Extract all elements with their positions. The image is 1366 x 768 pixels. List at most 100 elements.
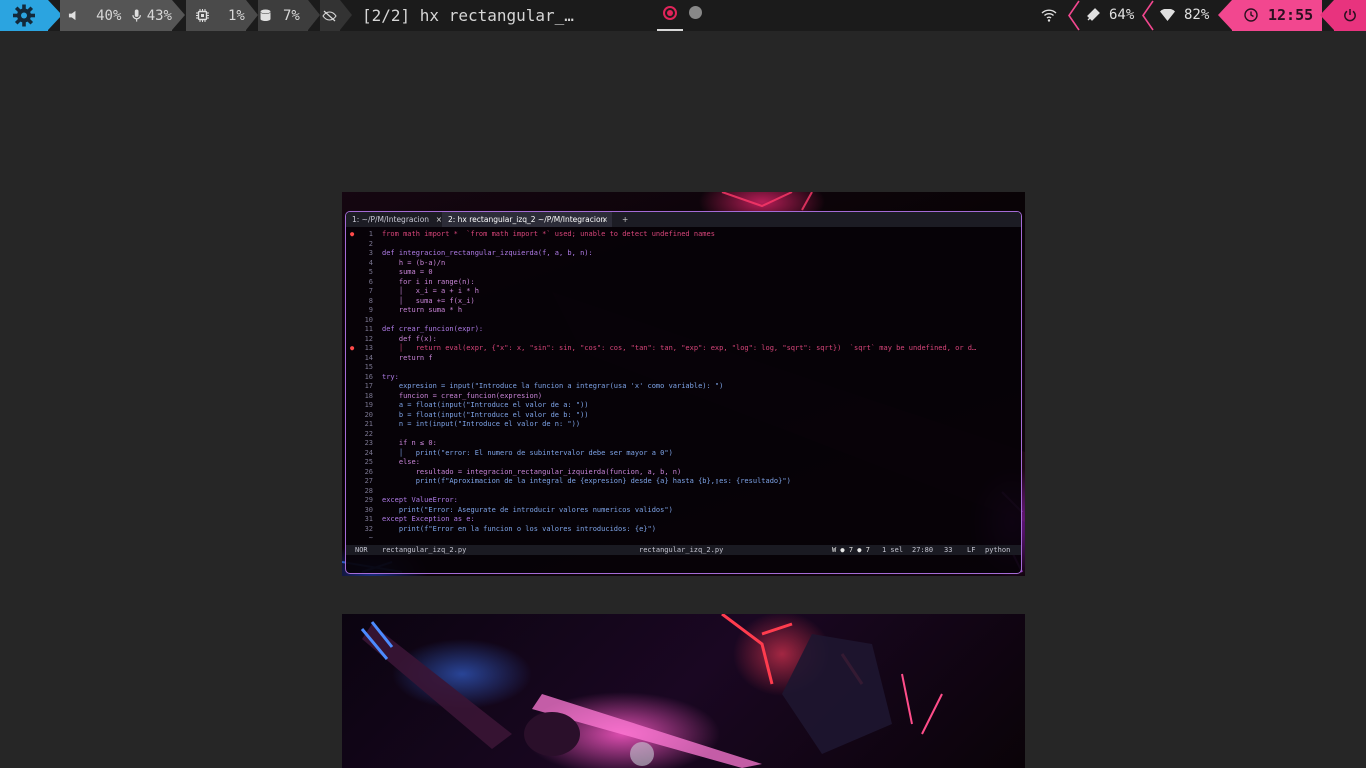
line-number: 10 — [364, 315, 373, 324]
clock-module[interactable]: 12:55 — [1232, 0, 1322, 31]
code-text: b = float(input("Introduce el valor de b… — [382, 410, 589, 419]
new-tab-button[interactable]: + — [616, 212, 634, 227]
line-number: 24 — [364, 448, 373, 457]
code-text: a = float(input("Introduce el valor de a… — [382, 401, 589, 409]
tab-label: 1: ~/P/M/Integracion — [352, 215, 430, 224]
code-text: for i in range(n): — [382, 277, 475, 286]
code-text: return f — [382, 353, 433, 362]
code-line[interactable]: 3 def integracion_rectangular_izquierda(f… — [346, 249, 1021, 259]
cpu-module: 1% — [186, 0, 246, 31]
code-line[interactable]: 10 — [346, 316, 1021, 326]
wifi-signal-icon — [1160, 9, 1175, 21]
code-line[interactable]: 30 print("Error: Asegurate de introducir… — [346, 506, 1021, 516]
code-text: funcion = crear_funcion(expresion) — [382, 391, 543, 400]
code-line[interactable]: ● 1 from math import * `from math import *… — [346, 230, 1021, 240]
line-number: 27 — [364, 477, 373, 485]
plug-icon — [1087, 8, 1100, 21]
code-line[interactable]: 22 — [346, 430, 1021, 440]
code-line[interactable]: 18 funcion = crear_funcion(expresion) — [346, 392, 1021, 402]
power-button[interactable] — [1334, 0, 1366, 31]
close-icon[interactable]: × — [602, 212, 608, 227]
code-text: return suma * h — [382, 306, 463, 314]
gear-icon — [13, 4, 35, 27]
audio-arrow — [172, 0, 185, 30]
code-line[interactable]: 26 resultado = integracion_rectangular_i… — [346, 468, 1021, 478]
code-line[interactable]: 7 │ x_i = a + i * h — [346, 287, 1021, 297]
code-text: try: — [382, 372, 399, 381]
code-line[interactable]: 24 │ print("error: El numero de subinter… — [346, 449, 1021, 459]
code-line[interactable]: 21 n = int(input("Introduce el valor de … — [346, 420, 1021, 430]
code-line[interactable]: 5 suma = 0 — [346, 268, 1021, 278]
workspace-preview-1[interactable]: 1: ~/P/M/Integracion × 2: hx rectangular… — [342, 192, 1025, 576]
code-line[interactable]: 31 except Exception as e: — [346, 515, 1021, 525]
workspace-preview-2[interactable] — [342, 614, 1025, 768]
code-line[interactable]: 32 print(f"Error en la funcion o los val… — [346, 525, 1021, 535]
code-text: suma = 0 — [382, 268, 433, 276]
workspace-1-button[interactable] — [657, 0, 683, 31]
code-line[interactable]: 25 else: — [346, 458, 1021, 468]
code-line[interactable]: ● 13 │ return eval(expr, {"x": x, "sin": … — [346, 344, 1021, 354]
line-number: 32 — [364, 524, 373, 533]
active-window-title: [2/2] hx rectangular_… — [362, 6, 574, 25]
line-number: 6 — [368, 277, 373, 286]
line-number: 14 — [364, 353, 373, 362]
editor-buffer[interactable]: ● 1 from math import * `from math import *… — [346, 230, 1021, 542]
workspace-2-button[interactable] — [689, 6, 702, 19]
code-text: def crear_funcion(expr): — [382, 325, 484, 333]
terminal-tab-2[interactable]: 2: hx rectangular_izq_2 ~/P/M/Integracio… — [442, 212, 612, 227]
code-line[interactable]: 8 │ suma += f(x_i) — [346, 297, 1021, 307]
tab-label: 2: hx rectangular_izq_2 ~/P/M/Integracio… — [448, 215, 606, 224]
line-number: 4 — [368, 258, 373, 267]
code-line[interactable]: 6 for i in range(n): — [346, 278, 1021, 288]
terminal-tab-1[interactable]: 1: ~/P/M/Integracion × — [346, 212, 446, 227]
speaker-icon — [68, 10, 76, 21]
code-line[interactable]: 4 h = (b-a)/n — [346, 259, 1021, 269]
line-number: 19 — [364, 401, 373, 409]
file-name-center: rectangular_izq_2.py — [639, 546, 724, 554]
code-line[interactable]: ~ — [346, 534, 1021, 544]
line-number: 5 — [368, 268, 373, 276]
code-text: if n ≤ 0: — [382, 439, 437, 447]
wifi-icon[interactable] — [1041, 9, 1057, 22]
line-number: 30 — [364, 505, 373, 514]
code-line[interactable]: 19 a = float(input("Introduce el valor d… — [346, 401, 1021, 411]
line-number: 16 — [364, 372, 373, 381]
code-line[interactable]: 23 if n ≤ 0: — [346, 439, 1021, 449]
code-line[interactable]: 12 def f(x): — [346, 335, 1021, 345]
language-indicator: python — [985, 546, 1011, 554]
code-line[interactable]: 15 — [346, 363, 1021, 373]
code-text: from math import * `from math import *` … — [382, 230, 715, 238]
wifi-strength: 82% — [1184, 7, 1210, 23]
code-line[interactable]: 28 — [346, 487, 1021, 497]
code-line[interactable]: 17 expresion = input("Introduce la funci… — [346, 382, 1021, 392]
line-number: 7 — [368, 287, 373, 295]
code-line[interactable]: 20 b = float(input("Introduce el valor d… — [346, 411, 1021, 421]
line-ending: LF — [967, 546, 976, 554]
code-text: except ValueError: — [382, 496, 458, 504]
audio-module[interactable]: 40% 43% — [60, 0, 172, 31]
terminal-window[interactable]: 1: ~/P/M/Integracion × 2: hx rectangular… — [345, 211, 1022, 574]
code-text: def f(x): — [382, 334, 437, 343]
code-text: print("Error: Asegurate de introducir va… — [382, 505, 673, 514]
code-line[interactable]: 11 def crear_funcion(expr): — [346, 325, 1021, 335]
code-line[interactable]: 9 return suma * h — [346, 306, 1021, 316]
code-line[interactable]: 29 except ValueError: — [346, 496, 1021, 506]
line-number: 18 — [364, 391, 373, 400]
code-text: else: — [382, 458, 420, 466]
code-text: except Exception as e: — [382, 515, 475, 523]
code-text: print(f"Error en la funcion o los valore… — [382, 524, 656, 533]
line-number: 12 — [364, 334, 373, 343]
code-line[interactable]: 2 — [346, 240, 1021, 250]
code-line[interactable]: 27 print(f"Aproximacion de la integral d… — [346, 477, 1021, 487]
file-name: rectangular_izq_2.py — [382, 546, 467, 554]
code-line[interactable]: 16 try: — [346, 373, 1021, 383]
line-number: 9 — [368, 306, 373, 314]
launcher-button[interactable] — [0, 0, 48, 31]
privacy-module[interactable] — [320, 0, 340, 31]
code-text: print(f"Aproximacion de la integral de {… — [382, 477, 791, 485]
code-text: │ suma += f(x_i) — [382, 296, 475, 305]
top-panel: 40% 43% 1% 7% [2/2] hx rectangular_… 64%… — [0, 0, 1366, 31]
code-line[interactable]: 14 return f — [346, 354, 1021, 364]
power-arrow — [1320, 0, 1334, 30]
code-text: expresion = input("Introduce la funcion … — [382, 382, 724, 390]
